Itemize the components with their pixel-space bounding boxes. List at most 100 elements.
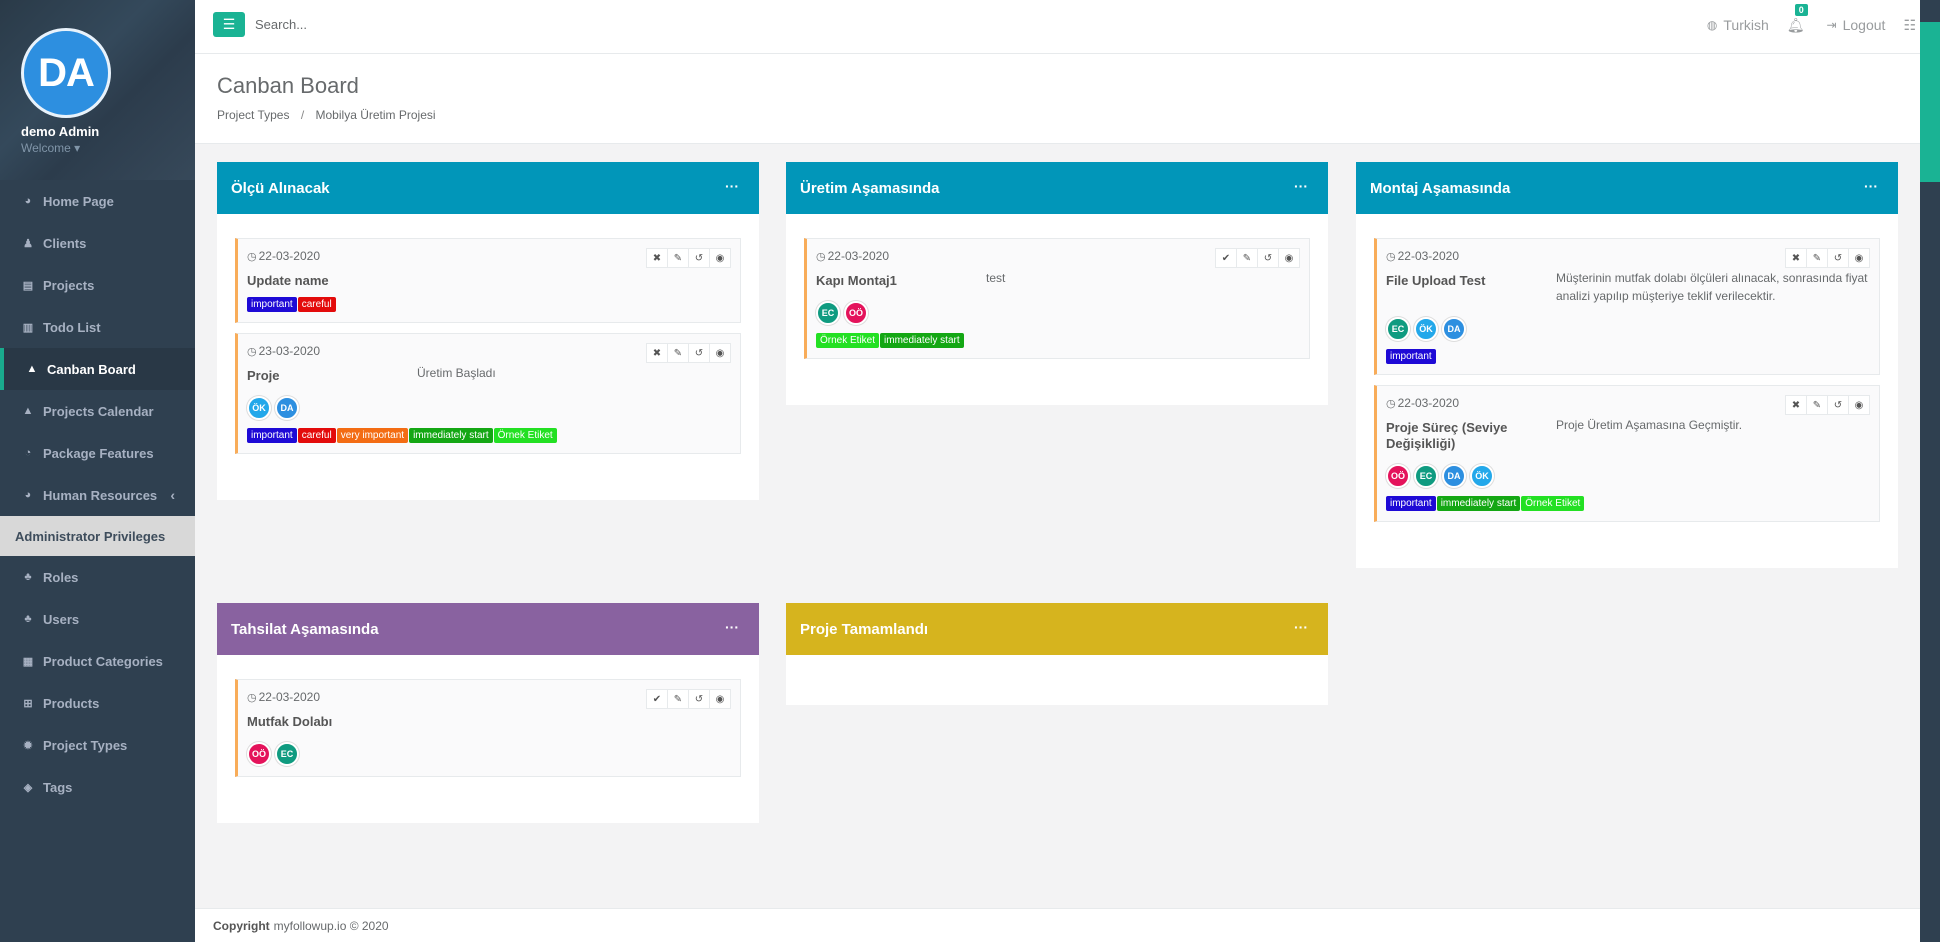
avatar[interactable]: EC xyxy=(816,301,840,325)
edit-icon[interactable]: ✎ xyxy=(667,343,689,363)
avatar[interactable]: EC xyxy=(275,742,299,766)
sidebar-item-human-resources[interactable]: ◕ Human Resources ‹ xyxy=(0,474,195,516)
column-header: Üretim Aşamasında ··· xyxy=(786,162,1328,214)
column-menu-icon[interactable]: ··· xyxy=(1294,619,1308,635)
sidebar-item-project-types[interactable]: ✹ Project Types xyxy=(0,724,195,766)
profile-panel: DA demo Admin Welcome ▾ xyxy=(0,0,195,180)
column-title: Tahsilat Aşamasında xyxy=(231,620,379,638)
avatar[interactable]: ÖK xyxy=(1470,464,1494,488)
sidebar-item-label: Clients xyxy=(43,235,87,251)
right-sidebar-toggle-icon[interactable]: ☷ xyxy=(1903,17,1916,34)
task-card[interactable]: ◷ 22-03-2020 ✖ ✎ ↺ ◉ Update name important caref… xyxy=(235,238,741,323)
menu-toggle-button[interactable]: ☰ xyxy=(213,12,245,37)
card-date-value: 23-03-2020 xyxy=(258,344,320,358)
card-actions: ✖ ✎ ↺ ◉ xyxy=(1785,248,1870,268)
column-header: Montaj Aşamasında ··· xyxy=(1356,162,1898,214)
sidebar-item-products[interactable]: ⊞ Products xyxy=(0,682,195,724)
avatar[interactable]: EC xyxy=(1386,317,1410,341)
card-description xyxy=(417,269,730,289)
history-icon[interactable]: ↺ xyxy=(1257,248,1279,268)
task-card[interactable]: ◷ 22-03-2020 ✔ ✎ ↺ ◉ Mutfak Dolabı OÖ EC xyxy=(235,679,741,777)
edit-icon[interactable]: ✎ xyxy=(1806,395,1828,415)
delete-button[interactable]: ✖ xyxy=(1785,395,1807,415)
breadcrumb-link-project-types[interactable]: Project Types xyxy=(217,108,289,122)
card-tags: important xyxy=(1386,349,1869,364)
history-icon[interactable]: ↺ xyxy=(1827,395,1849,415)
breadcrumb: Project Types / Mobilya Üretim Projesi xyxy=(217,108,436,122)
profile-name: demo Admin xyxy=(21,124,100,139)
task-card[interactable]: ◷ 22-03-2020 ✔ ✎ ↺ ◉ Kapı Montaj1 test EC OÖ Örnek… xyxy=(804,238,1310,359)
edit-icon[interactable]: ✎ xyxy=(1806,248,1828,268)
avatar[interactable]: ÖK xyxy=(247,396,271,420)
avatar[interactable]: OÖ xyxy=(1386,464,1410,488)
column-menu-icon[interactable]: ··· xyxy=(1864,178,1878,194)
column-menu-icon[interactable]: ··· xyxy=(725,619,739,635)
sidebar-item-users[interactable]: ♣ Users xyxy=(0,598,195,640)
avatar[interactable]: DA xyxy=(275,396,299,420)
sidebar-item-label: Product Categories xyxy=(43,653,163,669)
view-icon[interactable]: ◉ xyxy=(709,689,731,709)
board-column: Montaj Aşamasında ··· ◷ 22-03-2020 ✖ ✎ ↺ ◉ File … xyxy=(1356,162,1898,568)
language-switch[interactable]: ◍ Turkish xyxy=(1707,17,1769,33)
view-icon[interactable]: ◉ xyxy=(1848,395,1870,415)
edit-icon[interactable]: ✎ xyxy=(667,689,689,709)
logout-link[interactable]: ⇥ Logout xyxy=(1827,17,1886,33)
right-sidebar-strip[interactable] xyxy=(1920,0,1940,942)
delete-button[interactable]: ✖ xyxy=(646,343,668,363)
edit-icon[interactable]: ✎ xyxy=(667,248,689,268)
column-menu-icon[interactable]: ··· xyxy=(725,178,739,194)
task-card[interactable]: ◷ 22-03-2020 ✖ ✎ ↺ ◉ File Upload Test Müşterini… xyxy=(1374,238,1880,375)
notifications-button[interactable]: 🔔︎ 0 xyxy=(1787,3,1808,34)
search-input[interactable] xyxy=(255,12,555,37)
sidebar-item-product-categories[interactable]: ▦ Product Categories xyxy=(0,640,195,682)
avatar[interactable]: DA xyxy=(1442,317,1466,341)
history-icon[interactable]: ↺ xyxy=(688,689,710,709)
sidebar-item-label: Home Page xyxy=(43,193,114,209)
history-icon[interactable]: ↺ xyxy=(688,248,710,268)
view-icon[interactable]: ◉ xyxy=(709,343,731,363)
profile-avatar[interactable]: DA xyxy=(21,28,111,118)
complete-button[interactable]: ✔ xyxy=(646,689,668,709)
history-icon[interactable]: ↺ xyxy=(1827,248,1849,268)
avatar[interactable]: EC xyxy=(1414,464,1438,488)
view-icon[interactable]: ◉ xyxy=(1278,248,1300,268)
sidebar-item-package-features[interactable]: ◔ Package Features xyxy=(0,432,195,474)
card-actions: ✖ ✎ ↺ ◉ xyxy=(1785,395,1870,415)
table-icon: ▦ xyxy=(22,655,34,668)
card-date-value: 22-03-2020 xyxy=(258,690,320,704)
avatar[interactable]: OÖ xyxy=(844,301,868,325)
sidebar-item-label: Todo List xyxy=(43,319,101,335)
task-card[interactable]: ◷ 22-03-2020 ✖ ✎ ↺ ◉ Proje Süreç (Seviye Değiş… xyxy=(1374,385,1880,522)
sidebar-item-tags[interactable]: ◈ Tags xyxy=(0,766,195,808)
complete-button[interactable]: ✔ xyxy=(1215,248,1237,268)
board-column: Üretim Aşamasında ··· ◷ 22-03-2020 ✔ ✎ ↺ ◉ Kapı … xyxy=(786,162,1328,405)
sidebar-item-todo-list[interactable]: ▥ Todo List xyxy=(0,306,195,348)
view-icon[interactable]: ◉ xyxy=(709,248,731,268)
sidebar-item-projects[interactable]: ▤ Projects xyxy=(0,264,195,306)
task-card[interactable]: ◷ 23-03-2020 ✖ ✎ ↺ ◉ Proje Üretim Başladı ÖK DA im… xyxy=(235,333,741,454)
card-title: Kapı Montaj1 xyxy=(816,273,897,288)
sidebar-item-canban-board[interactable]: ▲ Canban Board xyxy=(0,348,195,390)
clock-icon: ◷ xyxy=(247,346,257,358)
sidebar-item-roles[interactable]: ♣ Roles xyxy=(0,556,195,598)
sidebar-item-home-page[interactable]: ◕ Home Page xyxy=(0,180,195,222)
card-description: Müşterinin mutfak dolabı ölçüleri alınac… xyxy=(1556,271,1868,303)
column-menu-icon[interactable]: ··· xyxy=(1294,178,1308,194)
sidebar-item-label: Roles xyxy=(43,569,79,585)
logout-label: Logout xyxy=(1842,17,1886,33)
sidebar-item-projects-calendar[interactable]: ▲ Projects Calendar xyxy=(0,390,195,432)
scroll-thumb[interactable] xyxy=(1920,22,1940,182)
chevron-left-icon: ‹ xyxy=(170,487,175,503)
avatar[interactable]: DA xyxy=(1442,464,1466,488)
sidebar-item-clients[interactable]: ♟ Clients xyxy=(0,222,195,264)
delete-button[interactable]: ✖ xyxy=(1785,248,1807,268)
avatar[interactable]: ÖK xyxy=(1414,317,1438,341)
history-icon[interactable]: ↺ xyxy=(688,343,710,363)
edit-icon[interactable]: ✎ xyxy=(1236,248,1258,268)
view-icon[interactable]: ◉ xyxy=(1848,248,1870,268)
card-content: Proje Üretim Başladı xyxy=(247,366,730,384)
profile-dropdown[interactable]: Welcome ▾ xyxy=(21,141,80,155)
delete-button[interactable]: ✖ xyxy=(646,248,668,268)
avatar[interactable]: OÖ xyxy=(247,742,271,766)
page-heading: Canban Board Project Types / Mobilya Üre… xyxy=(195,54,1920,144)
